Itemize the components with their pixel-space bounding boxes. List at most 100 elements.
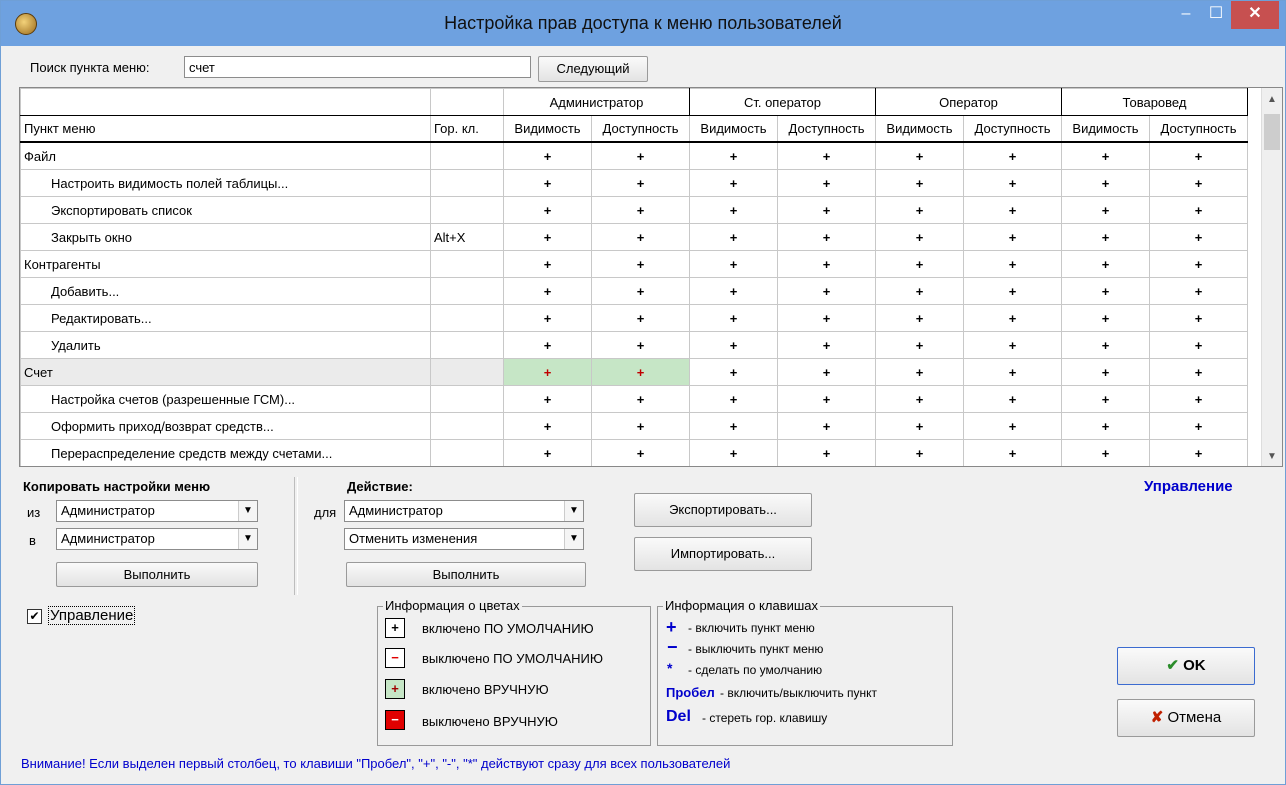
table-row[interactable]: Добавить... + + + + + + + + (20, 277, 1248, 305)
visibility-cell[interactable]: + (1061, 412, 1150, 440)
visibility-cell[interactable]: + (503, 412, 592, 440)
visibility-cell[interactable]: + (503, 250, 592, 278)
visibility-cell[interactable]: + (875, 277, 964, 305)
role-header[interactable]: Оператор (875, 88, 1062, 116)
access-cell[interactable]: + (591, 304, 690, 332)
visibility-cell[interactable]: + (689, 358, 778, 386)
copy-run-button[interactable]: Выполнить (56, 562, 258, 587)
import-button[interactable]: Импортировать... (634, 537, 812, 571)
cancel-button[interactable]: ✘ Отмена (1117, 699, 1255, 737)
access-cell[interactable]: + (777, 331, 876, 359)
visibility-cell[interactable]: + (503, 304, 592, 332)
minimize-button[interactable]: ‒ (1171, 1, 1201, 29)
visibility-cell[interactable]: + (875, 223, 964, 251)
table-row[interactable]: Контрагенты + + + + + + + + (20, 250, 1248, 278)
action-select[interactable]: Отменить изменения ▼ (344, 528, 584, 550)
visibility-cell[interactable]: + (689, 223, 778, 251)
visibility-cell[interactable]: + (689, 250, 778, 278)
hotkey-cell[interactable] (430, 331, 504, 359)
copy-from-select[interactable]: Администратор ▼ (56, 500, 258, 522)
col-access-header[interactable]: Доступность (591, 115, 690, 143)
visibility-cell[interactable]: + (689, 196, 778, 224)
col-hotkey-header[interactable]: Гор. кл. (430, 115, 504, 143)
access-cell[interactable]: + (591, 250, 690, 278)
visibility-cell[interactable]: + (1061, 439, 1150, 466)
visibility-cell[interactable]: + (689, 304, 778, 332)
menu-item-cell[interactable]: Контрагенты (20, 250, 431, 278)
close-button[interactable]: ✕ (1231, 1, 1279, 29)
access-cell[interactable]: + (777, 277, 876, 305)
visibility-cell[interactable]: + (503, 331, 592, 359)
hotkey-cell[interactable] (430, 250, 504, 278)
access-cell[interactable]: + (1149, 223, 1248, 251)
access-cell[interactable]: + (591, 277, 690, 305)
access-cell[interactable]: + (1149, 331, 1248, 359)
visibility-cell[interactable]: + (1061, 331, 1150, 359)
visibility-cell[interactable]: + (1061, 169, 1150, 197)
hotkey-cell[interactable] (430, 141, 504, 170)
access-cell[interactable]: + (777, 141, 876, 170)
visibility-cell[interactable]: + (875, 358, 964, 386)
col-visibility-header[interactable]: Видимость (503, 115, 592, 143)
title-bar[interactable]: Настройка прав доступа к меню пользовате… (1, 1, 1285, 46)
menu-item-cell[interactable]: Настройка счетов (разрешенные ГСМ)... (20, 385, 431, 413)
visibility-cell[interactable]: + (689, 412, 778, 440)
table-row[interactable]: Экспортировать список + + + + + + + + (20, 196, 1248, 224)
table-row[interactable]: Счет + + + + + + + + (20, 358, 1248, 386)
access-cell[interactable]: + (1149, 358, 1248, 386)
access-cell[interactable]: + (963, 439, 1062, 466)
visibility-cell[interactable]: + (689, 385, 778, 413)
hotkey-cell[interactable] (430, 304, 504, 332)
visibility-cell[interactable]: + (503, 223, 592, 251)
menu-item-cell[interactable]: Закрыть окно (20, 223, 431, 251)
maximize-button[interactable]: ☐ (1201, 1, 1231, 29)
menu-item-cell[interactable]: Файл (20, 141, 431, 170)
scroll-up-icon[interactable]: ▲ (1267, 94, 1277, 105)
table-row[interactable]: Редактировать... + + + + + + + + (20, 304, 1248, 332)
visibility-cell[interactable]: + (503, 277, 592, 305)
visibility-cell[interactable]: + (1061, 141, 1150, 170)
table-row[interactable]: Закрыть окно Alt+X + + + + + + + + (20, 223, 1248, 251)
role-header[interactable]: Товаровед (1061, 88, 1248, 116)
col-visibility-header[interactable]: Видимость (875, 115, 964, 143)
action-run-button[interactable]: Выполнить (346, 562, 586, 587)
access-cell[interactable]: + (591, 141, 690, 170)
access-cell[interactable]: + (591, 358, 690, 386)
menu-item-cell[interactable]: Редактировать... (20, 304, 431, 332)
visibility-cell[interactable]: + (1061, 277, 1150, 305)
visibility-cell[interactable]: + (875, 439, 964, 466)
access-cell[interactable]: + (777, 223, 876, 251)
visibility-cell[interactable]: + (503, 439, 592, 466)
access-cell[interactable]: + (963, 277, 1062, 305)
menu-item-cell[interactable]: Перераспределение средств между счетами.… (20, 439, 431, 466)
hotkey-cell[interactable] (430, 277, 504, 305)
visibility-cell[interactable]: + (875, 412, 964, 440)
visibility-cell[interactable]: + (1061, 250, 1150, 278)
access-cell[interactable]: + (591, 385, 690, 413)
access-cell[interactable]: + (963, 304, 1062, 332)
access-cell[interactable]: + (591, 331, 690, 359)
access-cell[interactable]: + (963, 250, 1062, 278)
access-cell[interactable]: + (963, 358, 1062, 386)
access-cell[interactable]: + (1149, 385, 1248, 413)
visibility-cell[interactable]: + (875, 141, 964, 170)
col-access-header[interactable]: Доступность (777, 115, 876, 143)
hotkey-cell[interactable] (430, 385, 504, 413)
access-cell[interactable]: + (1149, 277, 1248, 305)
col-access-header[interactable]: Доступность (963, 115, 1062, 143)
hotkey-cell[interactable]: Alt+X (430, 223, 504, 251)
search-input[interactable] (184, 56, 531, 78)
next-button[interactable]: Следующий (538, 56, 648, 82)
access-cell[interactable]: + (1149, 412, 1248, 440)
action-user-select[interactable]: Администратор ▼ (344, 500, 584, 522)
table-row[interactable]: Настроить видимость полей таблицы... + + + +… (20, 169, 1248, 197)
access-cell[interactable]: + (963, 141, 1062, 170)
access-cell[interactable]: + (777, 439, 876, 466)
menu-item-cell[interactable]: Настроить видимость полей таблицы... (20, 169, 431, 197)
access-cell[interactable]: + (591, 169, 690, 197)
visibility-cell[interactable]: + (875, 169, 964, 197)
access-cell[interactable]: + (777, 250, 876, 278)
visibility-cell[interactable]: + (1061, 304, 1150, 332)
access-cell[interactable]: + (1149, 196, 1248, 224)
scroll-down-icon[interactable]: ▼ (1267, 451, 1277, 462)
